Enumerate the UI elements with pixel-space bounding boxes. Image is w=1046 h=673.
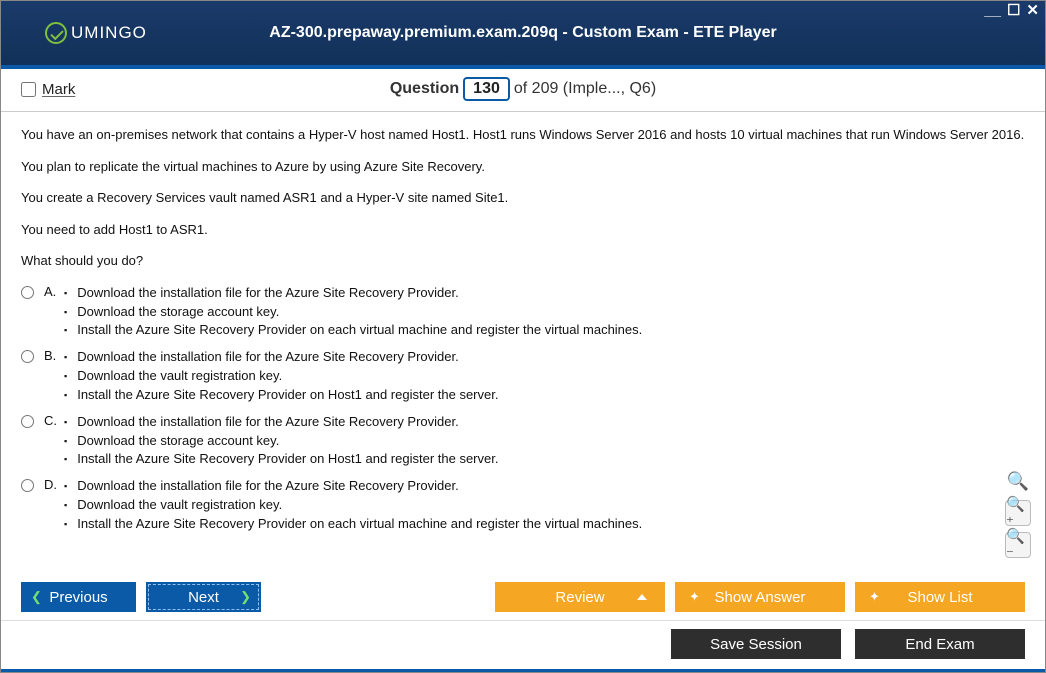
question-content: You have an on-premises network that con… — [1, 112, 1045, 572]
review-button[interactable]: Review — [495, 582, 665, 612]
answer-radio[interactable] — [21, 286, 34, 299]
answer-line: Download the storage account key. — [64, 432, 498, 451]
zoom-out-button[interactable]: 🔍⁻ — [1005, 532, 1031, 558]
bottom-bar: Save Session End Exam — [1, 620, 1045, 669]
answer-line: Download the installation file for the A… — [64, 477, 642, 496]
previous-button[interactable]: Previous — [21, 582, 136, 612]
magnifier-icon[interactable]: 🔍 — [1005, 468, 1031, 494]
question-number: 130 — [463, 77, 510, 101]
window-controls: __ ☐ ✕ — [984, 5, 1039, 17]
answer-line: Install the Azure Site Recovery Provider… — [64, 515, 642, 534]
answer-line: Download the storage account key. — [64, 303, 642, 322]
close-button[interactable]: ✕ — [1026, 5, 1039, 17]
answer-line: Install the Azure Site Recovery Provider… — [64, 321, 642, 340]
save-session-button[interactable]: Save Session — [671, 629, 841, 659]
answer-option[interactable]: D.Download the installation file for the… — [21, 477, 1025, 534]
answer-option[interactable]: A.Download the installation file for the… — [21, 284, 1025, 341]
zoom-in-button[interactable]: 🔍⁺ — [1005, 500, 1031, 526]
show-answer-button[interactable]: ✦Show Answer — [675, 582, 845, 612]
question-paragraph: You need to add Host1 to ASR1. — [21, 221, 1025, 239]
minimize-button[interactable]: __ — [984, 5, 1001, 17]
answer-letter: B. — [44, 348, 64, 363]
answer-options: A.Download the installation file for the… — [21, 284, 1025, 534]
answer-radio[interactable] — [21, 415, 34, 428]
end-exam-button[interactable]: End Exam — [855, 629, 1025, 659]
question-paragraph: What should you do? — [21, 252, 1025, 270]
question-total: of 209 (Imple..., Q6) — [514, 80, 656, 98]
answer-body: Download the installation file for the A… — [64, 477, 642, 534]
title-bar: UMINGO AZ-300.prepaway.premium.exam.209q… — [1, 1, 1045, 65]
answer-letter: D. — [44, 477, 64, 492]
answer-letter: C. — [44, 413, 64, 428]
show-list-button[interactable]: ✦Show List — [855, 582, 1025, 612]
answer-line: Install the Azure Site Recovery Provider… — [64, 450, 498, 469]
separator — [1, 669, 1045, 672]
answer-line: Download the vault registration key. — [64, 496, 642, 515]
question-header: Mark Question 130 of 209 (Imple..., Q6) — [1, 69, 1045, 111]
answer-line: Download the installation file for the A… — [64, 348, 498, 367]
question-paragraph: You have an on-premises network that con… — [21, 126, 1025, 144]
maximize-button[interactable]: ☐ — [1007, 5, 1020, 17]
answer-option[interactable]: B.Download the installation file for the… — [21, 348, 1025, 405]
app-logo: UMINGO — [45, 22, 147, 44]
answer-option[interactable]: C.Download the installation file for the… — [21, 413, 1025, 470]
mark-label[interactable]: Mark — [42, 81, 75, 98]
answer-body: Download the installation file for the A… — [64, 284, 642, 341]
question-paragraph: You create a Recovery Services vault nam… — [21, 189, 1025, 207]
app-window: UMINGO AZ-300.prepaway.premium.exam.209q… — [0, 0, 1046, 673]
answer-line: Install the Azure Site Recovery Provider… — [64, 386, 498, 405]
logo-text: UMINGO — [71, 23, 147, 43]
question-label: Question — [390, 80, 459, 98]
window-title: AZ-300.prepaway.premium.exam.209q - Cust… — [1, 24, 1045, 42]
answer-radio[interactable] — [21, 350, 34, 363]
answer-line: Download the installation file for the A… — [64, 413, 498, 432]
star-icon: ✦ — [869, 589, 880, 605]
answer-body: Download the installation file for the A… — [64, 413, 498, 470]
next-button[interactable]: Next — [146, 582, 261, 612]
chevron-up-icon — [637, 594, 647, 600]
answer-line: Download the vault registration key. — [64, 367, 498, 386]
mark-checkbox-wrap[interactable]: Mark — [21, 81, 75, 98]
navigation-bar: Previous Next Review ✦Show Answer ✦Show … — [1, 572, 1045, 620]
mark-checkbox[interactable] — [21, 82, 36, 97]
logo-check-icon — [45, 22, 67, 44]
zoom-tools: 🔍 🔍⁺ 🔍⁻ — [1005, 468, 1031, 558]
answer-line: Download the installation file for the A… — [64, 284, 642, 303]
answer-letter: A. — [44, 284, 64, 299]
answer-body: Download the installation file for the A… — [64, 348, 498, 405]
question-paragraph: You plan to replicate the virtual machin… — [21, 158, 1025, 176]
star-icon: ✦ — [689, 589, 700, 605]
answer-radio[interactable] — [21, 479, 34, 492]
